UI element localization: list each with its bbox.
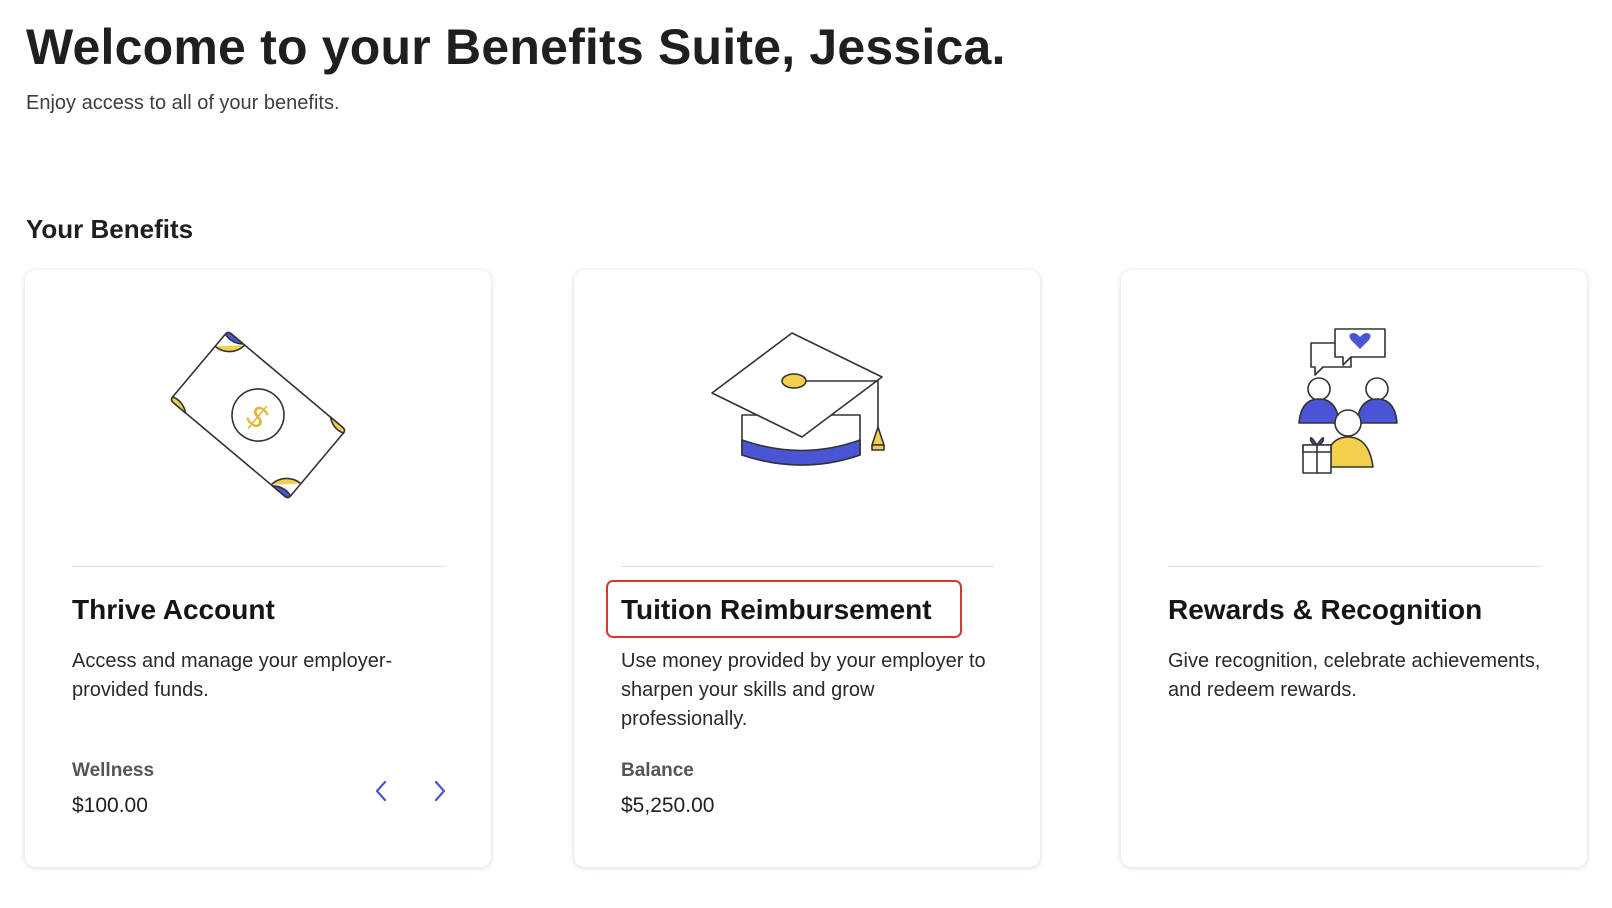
card-description: Give recognition, celebrate achievements…	[1168, 650, 1541, 701]
card-description: Access and manage your employer-provided…	[72, 650, 393, 701]
people-recognition-icon	[1298, 328, 1398, 474]
graduation-cap-icon	[711, 332, 885, 466]
thrive-account-card[interactable]: $ Thrive Account Access and manage your …	[25, 270, 491, 867]
card-divider	[1168, 566, 1541, 567]
balance-value: $100.00	[72, 794, 148, 817]
balance-value: $5,250.00	[621, 794, 715, 817]
illustration-area	[574, 270, 1040, 566]
illustration-area	[1121, 270, 1587, 566]
card-title[interactable]: Rewards & Recognition	[1168, 594, 1482, 626]
illustration-area: $	[25, 270, 491, 566]
previous-account-button[interactable]	[368, 778, 394, 804]
card-divider	[621, 566, 994, 567]
rewards-recognition-card[interactable]: Rewards & Recognition Give recognition, …	[1121, 270, 1587, 867]
next-account-button[interactable]	[427, 778, 453, 804]
tuition-reimbursement-card[interactable]: Tuition Reimbursement Use money provided…	[574, 270, 1040, 867]
balance-label: Wellness	[72, 760, 155, 781]
balance-label: Balance	[621, 760, 694, 781]
card-title[interactable]: Tuition Reimbursement	[621, 594, 932, 626]
page-title: Welcome to your Benefits Suite, Jessica.	[26, 19, 1006, 75]
chevron-left-icon	[375, 780, 387, 802]
section-title: Your Benefits	[26, 214, 194, 244]
card-title[interactable]: Thrive Account	[72, 594, 275, 626]
page-subtitle: Enjoy access to all of your benefits.	[26, 92, 340, 114]
card-divider	[72, 566, 445, 567]
money-bill-icon: $	[170, 331, 346, 499]
card-description: Use money provided by your employer to s…	[621, 650, 986, 730]
chevron-right-icon	[434, 780, 446, 802]
